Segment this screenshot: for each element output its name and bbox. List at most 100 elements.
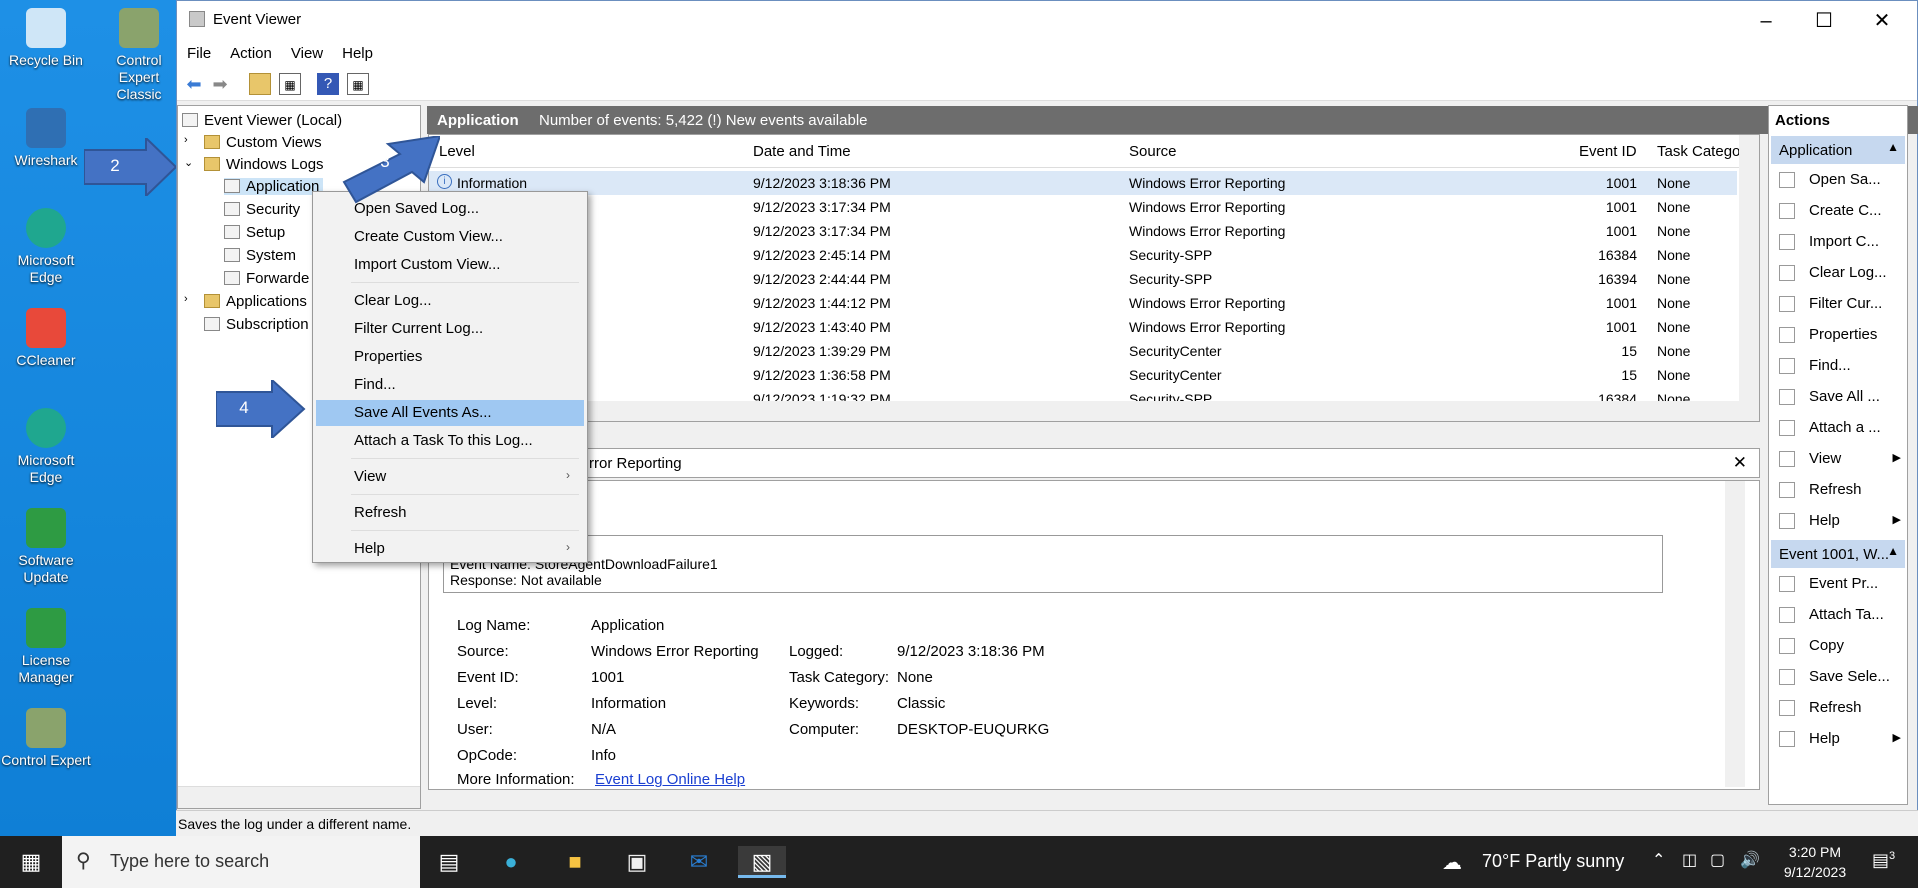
column-header-date[interactable]: Date and Time xyxy=(753,143,851,160)
close-detail-icon[interactable]: ✕ xyxy=(1733,453,1747,473)
event-viewer-taskbar-icon[interactable]: ▧ xyxy=(738,846,786,878)
task-view-icon[interactable]: ▤ xyxy=(432,846,466,878)
table-row[interactable]: Information 9/12/2023 3:18:36 PM Windows E… xyxy=(429,171,1737,195)
desktop-icon-edge-2[interactable]: Microsoft Edge xyxy=(0,408,92,486)
table-row[interactable]: 9/12/2023 1:44:12 PM Windows Error Report… xyxy=(429,291,1737,315)
tree-horizontal-scrollbar[interactable] xyxy=(178,786,420,808)
action-item[interactable]: Refresh xyxy=(1769,694,1907,722)
tree-item-forwarded[interactable]: Forwarde xyxy=(224,270,309,287)
minimize-button[interactable]: – xyxy=(1737,1,1795,41)
taskbar-search-box[interactable]: ⚲ Type here to search xyxy=(62,836,420,888)
action-item[interactable]: Properties xyxy=(1769,321,1907,349)
expand-chevron-icon[interactable]: › xyxy=(184,134,188,146)
menu-item-find[interactable]: Find... xyxy=(316,372,584,398)
tree-item-windows-logs[interactable]: Windows Logs xyxy=(204,156,324,173)
mail-icon[interactable]: ✉ xyxy=(682,846,716,878)
action-item[interactable]: Event Pr... xyxy=(1769,570,1907,598)
action-item[interactable]: Clear Log... xyxy=(1769,259,1907,287)
action-item[interactable]: Save All ... xyxy=(1769,383,1907,411)
show-hide-actions-icon[interactable]: ▦ xyxy=(347,73,369,95)
action-item[interactable]: Copy xyxy=(1769,632,1907,660)
tree-item-setup[interactable]: Setup xyxy=(224,224,285,241)
show-hidden-icons-icon[interactable]: ⌃ xyxy=(1652,850,1665,870)
table-row[interactable]: 9/12/2023 1:36:58 PM SecurityCenter 15 None xyxy=(429,363,1737,387)
collapse-chevron-icon[interactable]: ⌄ xyxy=(184,156,193,169)
maximize-button[interactable]: ☐ xyxy=(1795,1,1853,41)
menu-item-properties[interactable]: Properties xyxy=(316,344,584,370)
action-item[interactable]: Import C... xyxy=(1769,228,1907,256)
menu-item-help[interactable]: Help › xyxy=(316,536,584,562)
close-button[interactable]: ✕ xyxy=(1853,1,1911,41)
clock[interactable]: 3:20 PM 9/12/2023 xyxy=(1770,842,1860,882)
column-header-source[interactable]: Source xyxy=(1129,143,1177,160)
menu-item-clear-log[interactable]: Clear Log... xyxy=(316,288,584,314)
store-icon[interactable]: ▣ xyxy=(620,846,654,878)
windows-start-icon[interactable]: ▦ xyxy=(14,846,48,878)
column-header-event-id[interactable]: Event ID xyxy=(1579,143,1637,160)
action-item[interactable]: Attach Ta... xyxy=(1769,601,1907,629)
forward-icon[interactable]: ➡ xyxy=(209,73,231,95)
menu-item-attach-task[interactable]: Attach a Task To this Log... xyxy=(316,428,584,454)
tree-item-subscriptions[interactable]: Subscription xyxy=(204,316,309,333)
column-header-level[interactable]: Level xyxy=(439,143,475,160)
expand-chevron-icon[interactable]: › xyxy=(184,293,188,305)
action-item[interactable]: Save Sele... xyxy=(1769,663,1907,691)
help-icon[interactable]: ? xyxy=(317,73,339,95)
action-item[interactable]: Refresh xyxy=(1769,476,1907,504)
menu-item-refresh[interactable]: Refresh xyxy=(316,500,584,526)
desktop-icon-software-update[interactable]: Software Update xyxy=(0,508,92,586)
menu-item-view[interactable]: View › xyxy=(316,464,584,490)
tree-item-root[interactable]: Event Viewer (Local) xyxy=(182,112,342,129)
column-header-task-category[interactable]: Task Catego xyxy=(1657,143,1740,160)
table-row[interactable]: 9/12/2023 2:44:44 PM Security-SPP 16394 Non… xyxy=(429,267,1737,291)
tree-item-custom-views[interactable]: Custom Views xyxy=(204,134,322,151)
event-log-online-help-link[interactable]: Event Log Online Help xyxy=(595,771,745,788)
menu-item-import-custom-view[interactable]: Import Custom View... xyxy=(316,252,584,278)
menu-item-filter-current-log[interactable]: Filter Current Log... xyxy=(316,316,584,342)
desktop-icon-control-expert-classic[interactable]: Control Expert Classic xyxy=(96,8,182,103)
tree-item-applications-services[interactable]: Applications xyxy=(204,293,307,310)
detail-vertical-scrollbar[interactable] xyxy=(1725,481,1745,787)
table-row[interactable]: 9/12/2023 1:39:29 PM SecurityCenter 15 None xyxy=(429,339,1737,363)
weather-text[interactable]: 70°F Partly sunny xyxy=(1482,851,1624,872)
table-vertical-scrollbar[interactable] xyxy=(1739,135,1759,421)
action-item[interactable]: Attach a ... xyxy=(1769,414,1907,442)
desktop-icon-license-manager[interactable]: License Manager xyxy=(0,608,92,686)
show-hide-tree-icon[interactable]: ▦ xyxy=(279,73,301,95)
actions-section-event[interactable]: Event 1001, W... ▲ xyxy=(1771,540,1905,568)
desktop-icon-control-expert[interactable]: Control Expert xyxy=(0,708,92,769)
menu-action[interactable]: Action xyxy=(220,41,281,62)
desktop-icon-edge[interactable]: Microsoft Edge xyxy=(0,208,92,286)
action-item[interactable]: Find... xyxy=(1769,352,1907,380)
action-item[interactable]: Help ▶ xyxy=(1769,507,1907,535)
file-explorer-icon[interactable]: ■ xyxy=(558,846,592,878)
table-row[interactable]: 9/12/2023 2:45:14 PM Security-SPP 16384 Non… xyxy=(429,243,1737,267)
action-item[interactable]: Open Sa... xyxy=(1769,166,1907,194)
action-item[interactable]: Help ▶ xyxy=(1769,725,1907,753)
back-icon[interactable]: ⬅ xyxy=(183,73,205,95)
desktop-icon-recycle-bin[interactable]: Recycle Bin xyxy=(0,8,92,69)
edge-icon[interactable]: ● xyxy=(494,846,528,878)
action-item[interactable]: Create C... xyxy=(1769,197,1907,225)
menu-help[interactable]: Help xyxy=(332,41,382,62)
sync-icon[interactable]: ◫ xyxy=(1682,850,1697,870)
tree-item-security[interactable]: Security xyxy=(224,201,300,218)
action-item[interactable]: Filter Cur... xyxy=(1769,290,1907,318)
action-item[interactable]: View ▶ xyxy=(1769,445,1907,473)
actions-section-application[interactable]: Application ▲ xyxy=(1771,136,1905,164)
notifications-icon[interactable]: ▤3 xyxy=(1872,850,1895,871)
table-horizontal-scrollbar[interactable] xyxy=(429,401,1739,421)
volume-icon[interactable]: 🔊 xyxy=(1740,850,1760,870)
table-row[interactable]: 9/12/2023 3:17:34 PM Windows Error Report… xyxy=(429,195,1737,219)
open-folder-icon[interactable] xyxy=(249,73,271,95)
menu-item-create-custom-view[interactable]: Create Custom View... xyxy=(316,224,584,250)
event-description-box[interactable]: 0 Event Name: StoreAgentDownloadFailure1… xyxy=(443,535,1663,593)
desktop-icon-wireshark[interactable]: Wireshark xyxy=(0,108,92,169)
tree-item-system[interactable]: System xyxy=(224,247,296,264)
menu-item-save-all-events-as[interactable]: Save All Events As... xyxy=(316,400,584,426)
table-row[interactable]: 9/12/2023 1:43:40 PM Windows Error Report… xyxy=(429,315,1737,339)
menu-file[interactable]: File xyxy=(177,41,220,62)
network-icon[interactable]: ▢ xyxy=(1710,850,1725,870)
menu-view[interactable]: View xyxy=(281,41,332,62)
desktop-icon-ccleaner[interactable]: CCleaner xyxy=(0,308,92,369)
